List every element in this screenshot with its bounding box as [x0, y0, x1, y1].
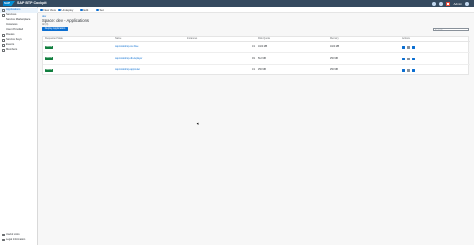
sidebar-item-service-keys[interactable]: Service Keys — [0, 38, 38, 43]
start-icon[interactable] — [402, 57, 405, 61]
sidebar-item-routes[interactable]: Routes — [0, 33, 38, 38]
notifications-icon[interactable] — [446, 1, 451, 6]
user-name[interactable]: Admin — [453, 2, 462, 6]
sidebar-item-services[interactable]: Services — [0, 13, 38, 18]
memory-value: 256 MB — [330, 57, 338, 60]
view-icon — [40, 8, 43, 12]
table-row[interactable]: Started cap-bookshop-srv-blue 1/1 1024 M… — [43, 42, 470, 53]
delete-icon[interactable] — [412, 46, 415, 49]
instances-value: 1/1 — [252, 46, 256, 48]
sidebar-item-label: User-Provided — [6, 28, 24, 31]
app-title: SAP BTP Cockpit — [17, 1, 47, 5]
link-icon — [2, 233, 5, 237]
applications-icon — [2, 9, 5, 12]
undeploy-icon — [58, 8, 61, 12]
sidebar-item-members[interactable]: Members — [0, 48, 38, 53]
instances-value: 1/1 — [252, 69, 256, 71]
shell-actions: Admin — [432, 0, 469, 7]
help-icon[interactable] — [439, 1, 444, 6]
stop-icon[interactable] — [407, 57, 410, 61]
sidebar-item-label: Events — [5, 43, 15, 46]
memory-value: 256 MB — [330, 69, 338, 71]
memory-value: 1024 MB — [330, 46, 340, 48]
page-title: Space: dev - Applications — [42, 18, 90, 23]
toolbar-label: Edit — [83, 8, 89, 12]
sidebar: Applications Services Service Marketplac… — [0, 7, 38, 245]
sidebar-item-instances[interactable]: Instances — [0, 23, 38, 28]
app-name-link[interactable]: cap-bookshop-srv-blue — [115, 46, 138, 48]
sidebar-item-label: Members — [5, 48, 18, 51]
table-row[interactable]: Started cap-bookshop-db-deployer 0/1 512… — [43, 53, 470, 65]
members-icon — [2, 49, 5, 52]
legal-information[interactable]: Legal Information — [0, 238, 38, 242]
delete-icon[interactable] — [412, 69, 415, 72]
sidebar-item-user-provided[interactable]: User-Provided — [0, 28, 38, 33]
toolbar-label: New View — [43, 8, 56, 12]
status-badge: Started — [45, 68, 53, 72]
set-icon — [96, 8, 99, 12]
sidebar-item-applications[interactable]: Applications — [0, 8, 38, 13]
deploy-application-button[interactable]: Deploy Application — [42, 27, 68, 31]
disk-value: 512 MB — [258, 57, 266, 60]
routes-icon — [2, 34, 5, 37]
avatar[interactable] — [465, 1, 469, 6]
toolbar-label: Set — [99, 8, 104, 12]
sidebar-item-label: Legal Information — [5, 238, 26, 241]
sidebar-item-label: Service Marketplace — [6, 18, 31, 21]
search-icon[interactable] — [432, 1, 437, 6]
status-badge: Started — [45, 57, 53, 61]
sidebar-item-label: Services — [5, 13, 17, 16]
app-name-link[interactable]: cap-bookshop-approuter — [115, 69, 140, 71]
delete-icon[interactable] — [412, 57, 415, 61]
sidebar-item-label: Routes — [5, 33, 15, 36]
stop-icon[interactable] — [407, 69, 410, 72]
sidebar-item-events[interactable]: Events — [0, 43, 38, 48]
sap-logo[interactable]: SAP — [3, 1, 15, 6]
services-icon — [2, 14, 5, 17]
edit-icon — [80, 8, 83, 12]
search-input[interactable]: Search — [433, 27, 469, 31]
useful-links[interactable]: Useful Links — [0, 233, 38, 237]
table-row[interactable]: Started cap-bookshop-approuter 1/1 256 M… — [43, 65, 470, 77]
sidebar-item-service-marketplace[interactable]: Service Marketplace — [0, 18, 38, 23]
start-icon[interactable] — [402, 69, 405, 72]
sidebar-item-label: Useful Links — [5, 233, 20, 236]
stop-icon[interactable] — [407, 46, 410, 49]
status-badge: Started — [45, 45, 53, 49]
instances-value: 0/1 — [252, 57, 256, 60]
app-name-link[interactable]: cap-bookshop-db-deployer — [115, 58, 142, 60]
key-icon — [2, 39, 5, 42]
disk-value: 256 MB — [258, 69, 266, 71]
sidebar-item-label: Service Keys — [5, 38, 22, 41]
events-icon — [2, 44, 5, 47]
sidebar-item-label: Applications — [5, 8, 21, 11]
applications-table: Requested State Name Instances Disk Quot… — [42, 36, 470, 77]
disk-value: 1024 MB — [258, 46, 268, 48]
info-icon — [2, 238, 5, 242]
toolbar-label: Undeploy — [61, 8, 74, 12]
start-icon[interactable] — [402, 46, 405, 49]
sidebar-item-label: Instances — [6, 23, 18, 26]
app-count: All (3) — [42, 23, 49, 26]
brand-label: SAP — [4, 1, 11, 5]
shell-bar: SAP SAP BTP Cockpit Admin — [0, 0, 474, 7]
